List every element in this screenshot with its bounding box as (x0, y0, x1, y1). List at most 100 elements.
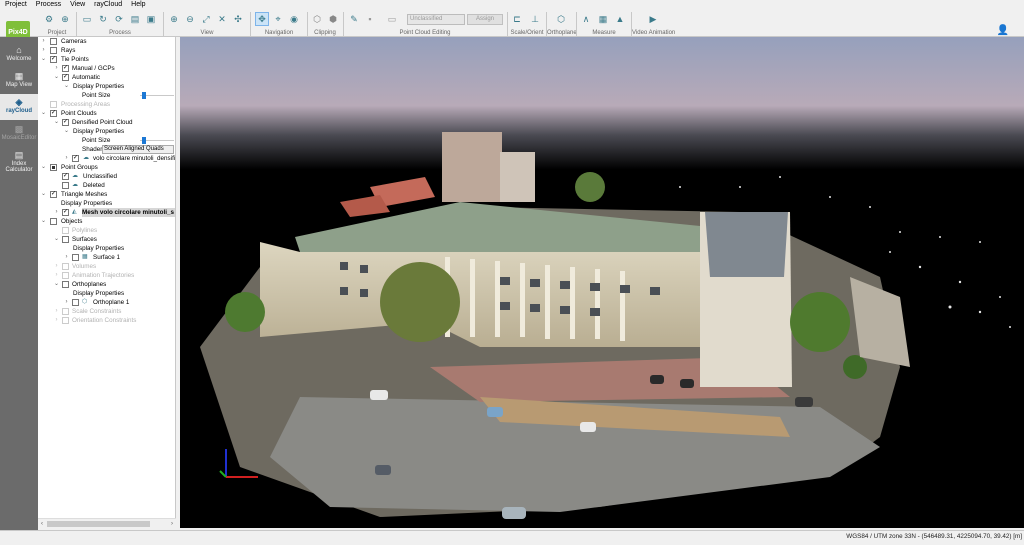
checkbox-checked[interactable]: ✓ (62, 74, 69, 81)
orientation-constraint-icon[interactable]: ⊥ (528, 12, 542, 26)
tree-row-densified-point-cloud[interactable]: ⌄ ✓ Densified Point Cloud (38, 118, 175, 127)
sidebar-item-welcome[interactable]: ⌂ Welcome (0, 42, 38, 68)
first-person-icon[interactable]: ⌖ (271, 12, 285, 26)
checkbox[interactable] (50, 38, 57, 45)
checkbox[interactable] (72, 299, 79, 306)
tree-row-surfaces[interactable]: ⌄ Surfaces (38, 235, 175, 244)
tree-row-orthoplane-1[interactable]: › ⬡ Orthoplane 1 (38, 298, 175, 307)
collapse-arrow-icon[interactable]: ⌄ (53, 280, 60, 289)
checkbox-checked[interactable]: ✓ (62, 209, 69, 216)
expand-arrow-icon[interactable]: › (53, 262, 60, 271)
polyline-icon[interactable]: ∧ (579, 12, 593, 26)
tree-row-volumes[interactable]: › Volumes (38, 262, 175, 271)
video-camera-icon[interactable]: ▶ (646, 12, 660, 26)
collapse-arrow-icon[interactable]: ⌄ (53, 118, 60, 127)
expand-arrow-icon[interactable]: › (53, 307, 60, 316)
collapse-arrow-icon[interactable]: ⌄ (40, 55, 47, 64)
zoom-extent-icon[interactable]: ⤢ (199, 12, 213, 26)
collapse-arrow-icon[interactable]: ⌄ (40, 163, 47, 172)
collapse-arrow-icon[interactable]: ⌄ (40, 109, 47, 118)
tree-row-automatic[interactable]: ⌄ ✓ Automatic (38, 73, 175, 82)
class-select[interactable]: Unclassified (407, 14, 465, 25)
checkbox-checked[interactable]: ✓ (50, 191, 57, 198)
checkbox[interactable] (62, 281, 69, 288)
collapse-arrow-icon[interactable]: ⌄ (40, 217, 47, 226)
checkbox-partial[interactable] (50, 164, 57, 171)
tree-row-deleted[interactable]: ☁ Deleted (38, 181, 175, 190)
point-size-slider-handle[interactable] (142, 92, 146, 99)
sidebar-item-raycloud[interactable]: ◈ rayCloud (0, 94, 38, 120)
tree-row-orientation-constraints[interactable]: › Orientation Constraints (38, 316, 175, 325)
menu-project[interactable]: Project (2, 0, 33, 10)
tree-row-display-properties[interactable]: Display Properties (38, 199, 175, 208)
tree-row-mesh[interactable]: › ✓ ◭ Mesh volo circolare minutoli_s (38, 208, 175, 217)
expand-arrow-icon[interactable]: › (63, 154, 70, 163)
clipping-plane-icon[interactable]: ⬢ (326, 12, 340, 26)
tree-row-point-clouds[interactable]: ⌄ ✓ Point Clouds (38, 109, 175, 118)
tree-row-display-properties[interactable]: Display Properties (38, 244, 175, 253)
tree-row-point-groups[interactable]: ⌄ Point Groups (38, 163, 175, 172)
tree-row-surface-1[interactable]: › ▦ Surface 1 (38, 253, 175, 262)
checkbox[interactable] (62, 308, 69, 315)
tree-horizontal-scrollbar[interactable]: ‹ › (38, 518, 176, 528)
gcp-manager-icon[interactable]: ⊕ (58, 12, 72, 26)
tree-row-triangle-meshes[interactable]: ⌄ ✓ Triangle Meshes (38, 190, 175, 199)
zoom-out-icon[interactable]: ⊖ (183, 12, 197, 26)
scroll-left-icon[interactable]: ‹ (38, 519, 46, 529)
checkbox-checked[interactable]: ✓ (50, 56, 57, 63)
sidebar-item-index-calculator[interactable]: ▤ Index Calculator (0, 147, 38, 179)
tree-row-animation-trajectories[interactable]: › Animation Trajectories (38, 271, 175, 280)
expand-arrow-icon[interactable]: › (63, 253, 70, 262)
collapse-arrow-icon[interactable]: ⌄ (40, 190, 47, 199)
checkbox[interactable] (62, 227, 69, 234)
checkbox-checked[interactable]: ✓ (62, 119, 69, 126)
zoom-in-icon[interactable]: ⊕ (167, 12, 181, 26)
sidebar-item-map-view[interactable]: ▦ Map View (0, 68, 38, 94)
collapse-arrow-icon[interactable]: ⌄ (53, 235, 60, 244)
expand-arrow-icon[interactable]: › (40, 37, 47, 46)
edit-densified-points-icon[interactable]: ✎ (347, 12, 361, 26)
tree-row-cameras[interactable]: › Cameras (38, 37, 175, 46)
shader-select[interactable]: Screen Aligned Quads (102, 145, 174, 154)
checkbox[interactable] (50, 218, 57, 225)
expand-arrow-icon[interactable]: › (63, 298, 70, 307)
checkbox-checked[interactable]: ✓ (50, 110, 57, 117)
checkbox-checked[interactable]: ✓ (62, 65, 69, 72)
reoptimize-icon[interactable]: ↻ (96, 12, 110, 26)
expand-arrow-icon[interactable]: › (53, 316, 60, 325)
checkbox[interactable] (62, 272, 69, 279)
zoom-selection-icon[interactable]: ✕ (215, 12, 229, 26)
tree-row-scale-constraints[interactable]: › Scale Constraints (38, 307, 175, 316)
expand-arrow-icon[interactable]: › (53, 64, 60, 73)
collapse-arrow-icon[interactable]: ⌄ (53, 73, 60, 82)
expand-arrow-icon[interactable]: › (53, 271, 60, 280)
new-file-icon[interactable]: ▭ (80, 12, 94, 26)
collapse-arrow-icon[interactable]: ⌄ (63, 127, 70, 136)
tree-row-rays[interactable]: › Rays (38, 46, 175, 55)
surface-icon[interactable]: ▦ (596, 12, 610, 26)
sidebar-item-mosaic-editor[interactable]: ▩ MosaicEditor (0, 121, 38, 147)
volume-icon[interactable]: ▲ (613, 12, 627, 26)
tree-row-display-properties[interactable]: ⌄ Display Properties (38, 82, 175, 91)
expand-arrow-icon[interactable]: › (53, 208, 60, 217)
checkbox[interactable] (62, 263, 69, 270)
rematch-icon[interactable]: ⟳ (112, 12, 126, 26)
point-size-slider-handle[interactable] (142, 137, 146, 144)
checkbox[interactable] (62, 182, 69, 189)
tree-row-processing-areas[interactable]: Processing Areas (38, 100, 175, 109)
clipping-box-icon[interactable]: ⬡ (310, 12, 324, 26)
menu-process[interactable]: Process (33, 0, 67, 10)
assign-button[interactable]: Assign (467, 14, 503, 25)
selection-tool-icon[interactable]: ▪ (363, 12, 377, 26)
tree-row-dense-cloud-file[interactable]: › ✓ ☁ volo circolare minutoli_densified (38, 154, 175, 163)
scroll-right-icon[interactable]: › (168, 519, 176, 529)
tree-row-objects[interactable]: ⌄ Objects (38, 217, 175, 226)
view-axes-icon[interactable]: ✣ (231, 12, 245, 26)
color-swatch-icon[interactable]: ▭ (385, 12, 399, 26)
eye-view-icon[interactable]: ◉ (287, 12, 301, 26)
tree-row-manual-gcps[interactable]: › ✓ Manual / GCPs (38, 64, 175, 73)
tree-row-display-properties[interactable]: Display Properties (38, 289, 175, 298)
menu-help[interactable]: Help (128, 0, 151, 10)
checkbox[interactable] (62, 317, 69, 324)
checkbox-checked[interactable]: ✓ (72, 155, 79, 162)
